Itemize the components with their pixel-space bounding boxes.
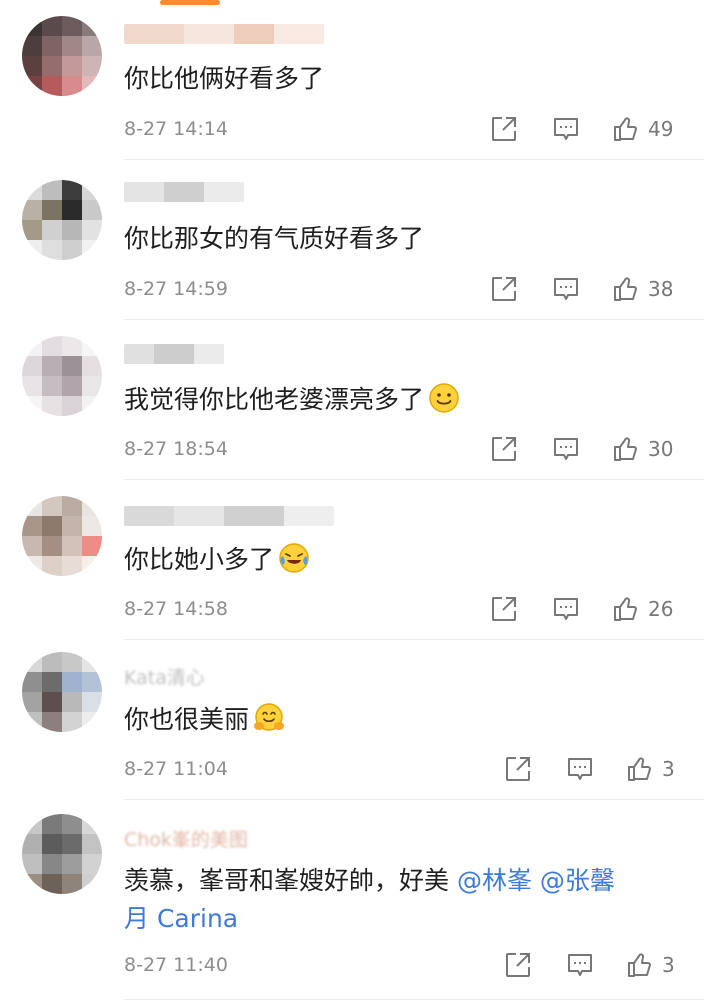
comment-icon [554, 278, 578, 300]
like-count: 3 [662, 757, 675, 781]
username[interactable]: Kata清心 [124, 668, 205, 688]
share-icon [506, 953, 530, 977]
reply-button[interactable] [552, 273, 580, 305]
comment-text: 你比那女的有气质好看多了 [124, 224, 425, 253]
like-button[interactable]: 3 [626, 949, 675, 981]
username[interactable]: Chok峯的美图 [124, 830, 248, 850]
avatar[interactable] [22, 180, 102, 260]
comment-item: 我觉得你比他老婆漂亮多了 8-27 18:54 30 [0, 320, 704, 480]
like-count: 38 [648, 277, 674, 301]
comment-time: 8-27 14:58 [124, 598, 228, 620]
thumbs-up-icon [628, 953, 651, 977]
like-button[interactable]: 3 [626, 753, 675, 785]
share-icon [492, 437, 516, 461]
comment-icon [554, 118, 578, 140]
comment-item: Chok峯的美图 羡慕，峯哥和峯嫂好帥，好美 @林峯 @张馨 月 Carina … [0, 800, 704, 1000]
thumbs-up-icon [614, 597, 637, 621]
comment-time: 8-27 11:40 [124, 954, 228, 976]
thumbs-up-icon [614, 117, 637, 141]
reply-button[interactable] [552, 113, 580, 145]
comment-icon [554, 598, 578, 620]
thumbs-up-icon [628, 757, 651, 781]
comment-icon [568, 758, 592, 780]
reply-button[interactable] [566, 753, 594, 785]
comment-item: 你比那女的有气质好看多了 8-27 14:59 38 [0, 160, 704, 320]
reply-button[interactable] [566, 949, 594, 981]
comment-text-content: 你比她小多了 [124, 545, 275, 574]
thumbs-up-icon [614, 277, 637, 301]
share-icon [492, 597, 516, 621]
username-blurred[interactable] [124, 182, 244, 202]
like-count: 30 [648, 437, 674, 461]
like-count: 26 [648, 597, 674, 621]
username-blurred[interactable] [124, 24, 324, 44]
share-icon [492, 277, 516, 301]
username-blurred[interactable] [124, 344, 224, 364]
avatar[interactable] [22, 496, 102, 576]
comment-text-content: 我觉得你比他老婆漂亮多了 [124, 385, 425, 414]
share-button[interactable] [504, 753, 532, 785]
comment-text: 我觉得你比他老婆漂亮多了 [124, 382, 460, 417]
like-button[interactable]: 49 [612, 113, 673, 145]
avatar[interactable] [22, 16, 102, 96]
avatar[interactable] [22, 336, 102, 416]
share-button[interactable] [490, 113, 518, 145]
reply-button[interactable] [552, 433, 580, 465]
comment-icon [568, 954, 592, 976]
username-blurred[interactable] [124, 506, 334, 526]
share-button[interactable] [490, 593, 518, 625]
avatar[interactable] [22, 814, 102, 894]
comment-time: 8-27 18:54 [124, 438, 228, 460]
mention-link-continued[interactable]: 月 Carina [124, 902, 238, 936]
comment-item: Kata清心 你也很美丽 8-27 11:04 3 [0, 640, 704, 800]
comment-time: 8-27 14:59 [124, 278, 228, 300]
comment-text-content: 羡慕，峯哥和峯嫂好帥，好美 [124, 866, 457, 895]
like-count: 49 [648, 117, 674, 141]
comment-time: 8-27 14:14 [124, 118, 228, 140]
comment-item: 你比她小多了 8-27 14:58 26 [0, 480, 704, 640]
share-button[interactable] [490, 433, 518, 465]
like-count: 3 [662, 953, 675, 977]
comment-text: 你比她小多了 [124, 542, 310, 577]
like-button[interactable]: 26 [612, 593, 673, 625]
reply-button[interactable] [552, 593, 580, 625]
like-button[interactable]: 30 [612, 433, 673, 465]
thumbs-up-icon [614, 437, 637, 461]
comment-time: 8-27 11:04 [124, 758, 228, 780]
comment-text: 你比他俩好看多了 [124, 64, 325, 93]
crying-laughing-emoji-icon [279, 543, 309, 573]
share-button[interactable] [490, 273, 518, 305]
avatar[interactable] [22, 652, 102, 732]
comment-icon [554, 438, 578, 460]
smile-emoji-icon [429, 383, 459, 413]
comment-item: 你比他俩好看多了 8-27 14:14 49 [0, 0, 704, 160]
share-icon [492, 117, 516, 141]
comment-text: 羡慕，峯哥和峯嫂好帥，好美 @林峯 @张馨 [124, 864, 615, 898]
comment-text: 你也很美丽 [124, 702, 285, 737]
hugging-emoji-icon [254, 703, 285, 731]
share-icon [506, 757, 530, 781]
mention-link[interactable]: @林峯 [457, 866, 532, 895]
comment-text-content: 你也很美丽 [124, 705, 250, 734]
share-button[interactable] [504, 949, 532, 981]
mention-link[interactable]: @张馨 [540, 866, 615, 895]
like-button[interactable]: 38 [612, 273, 673, 305]
